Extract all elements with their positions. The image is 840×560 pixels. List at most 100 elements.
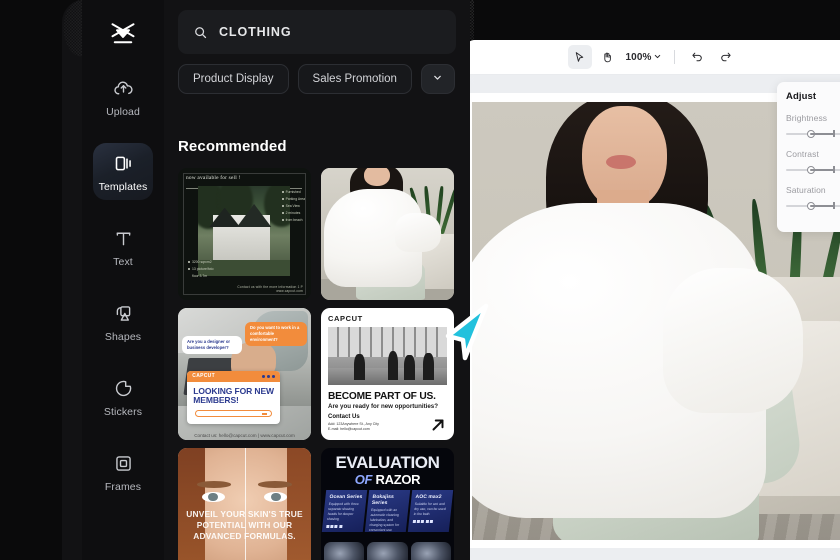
- card-speech-bubble-right: Do you want to work in a comfortable env…: [245, 322, 307, 346]
- chevron-down-icon: [432, 70, 443, 88]
- filter-expand-button[interactable]: [420, 64, 455, 94]
- slider-label: Saturation: [786, 185, 826, 195]
- filter-chips: Product Display Sales Promotion: [178, 64, 455, 94]
- sticker-icon: [111, 376, 135, 400]
- card-contact-lines: Add: 123Anywhere St., Any City E-mail: h…: [328, 422, 379, 433]
- left-shell: Upload Templates Text Shapes Stickers Fr…: [0, 0, 474, 560]
- sidebar-item-label: Templates: [98, 181, 148, 193]
- slider-rail[interactable]: [786, 202, 840, 210]
- card-spec-list: 3200 sqrcm2 13 picture/foto floor 3.7m: [188, 260, 214, 278]
- section-title-recommended: Recommended: [178, 138, 287, 155]
- card-cta-pill: [195, 410, 273, 418]
- slider-label: Contrast: [786, 149, 819, 159]
- toolbar-separator: [674, 50, 676, 64]
- template-card-clothing-photo[interactable]: [321, 168, 454, 300]
- template-card-skincare[interactable]: UNVEIL YOUR SKIN'S TRUE POTENTIAL WITH O…: [178, 448, 311, 560]
- slider-knob[interactable]: [807, 202, 815, 210]
- card-panel-body: LOOKING FOR NEW MEMBERS!: [187, 382, 280, 425]
- template-card-looking-for-members[interactable]: Do you want to work in a comfortable env…: [178, 308, 311, 440]
- adjust-panel-title: Adjust: [786, 91, 817, 102]
- sidebar-item-label: Stickers: [103, 406, 143, 418]
- slider-contrast[interactable]: Contrast: [786, 149, 840, 174]
- slider-center-tick: [833, 202, 835, 209]
- card-headline: EVALUATION: [335, 453, 440, 472]
- template-card-real-estate[interactable]: now available for sell ! Furnished Parki…: [178, 168, 311, 300]
- slider-knob[interactable]: [807, 130, 815, 138]
- search-input[interactable]: CLOTHING: [178, 10, 456, 54]
- column-body: Equipped with three separate shaving hea…: [326, 502, 359, 521]
- capcut-logo-icon[interactable]: [106, 18, 140, 50]
- template-card-razor-evaluation[interactable]: EVALUATION OF RAZOR Ocean Series Equippe…: [321, 448, 454, 560]
- sidebar-item-label: Frames: [104, 481, 142, 493]
- slider-saturation[interactable]: Saturation: [786, 185, 840, 210]
- sidebar-item-label: Upload: [106, 106, 140, 118]
- sidebar-item-label: Shapes: [104, 331, 142, 343]
- sidebar-item-stickers[interactable]: Stickers: [93, 368, 153, 425]
- zoom-control[interactable]: 100%: [626, 48, 663, 66]
- card-photo-sleeve: [395, 212, 441, 253]
- filter-chip-sales-promotion[interactable]: Sales Promotion: [297, 64, 412, 94]
- template-card-become-part-of-us[interactable]: CAPCUT BECOME PART OF US. Are you ready …: [321, 308, 454, 440]
- app-root: 100% Adjust Brightness Contrast Saturati…: [0, 0, 840, 560]
- column-body: Equipped with an automatic cleaning lubr…: [368, 508, 400, 532]
- card-photo: [328, 327, 447, 385]
- card-column: Ocean Series Equipped with three separat…: [321, 490, 368, 532]
- slider-rail[interactable]: [786, 130, 840, 138]
- card-subheadline-row: OF RAZOR: [321, 472, 454, 487]
- templates-icon: [111, 151, 135, 175]
- card-headline: BECOME PART OF US.: [328, 391, 436, 402]
- sidebar-item-shapes[interactable]: Shapes: [93, 293, 153, 350]
- column-rating: [326, 524, 359, 528]
- templates-grid: now available for sell ! Furnished Parki…: [178, 168, 456, 560]
- column-title: AOC max2: [415, 494, 442, 500]
- sidebar-item-templates[interactable]: Templates: [93, 143, 153, 200]
- card-subheadline: Are you ready for new opportunities?: [328, 403, 439, 410]
- cursor-select-icon[interactable]: [567, 45, 592, 69]
- card-brand: CAPCUT: [192, 373, 215, 380]
- canvas-bottom-strip: [465, 548, 840, 560]
- card-contact-title: Contact Us: [328, 414, 360, 420]
- slider-knob[interactable]: [807, 166, 815, 174]
- arrow-up-right-icon: [429, 416, 447, 434]
- slider-rail[interactable]: [786, 166, 840, 174]
- undo-icon[interactable]: [685, 45, 709, 69]
- card-column: AOC max2 Suitable for wet and dry use, c…: [407, 490, 454, 532]
- chevron-down-icon[interactable]: [653, 48, 662, 66]
- slider-center-tick: [833, 166, 835, 173]
- editor-toolbar: 100%: [465, 40, 840, 74]
- product-image: [410, 542, 451, 560]
- adjust-panel: Adjust Brightness Contrast Saturation: [777, 82, 840, 232]
- slider-label: Brightness: [786, 113, 828, 123]
- card-headline: UNVEIL YOUR SKIN'S TRUE POTENTIAL WITH O…: [186, 508, 303, 541]
- card-photo-hair-right: [287, 448, 311, 560]
- window-dots-icon: [262, 374, 276, 378]
- sidebar-item-upload[interactable]: Upload: [93, 68, 153, 125]
- card-panel: CAPCUT LOOKING FOR NEW MEMBERS!: [187, 370, 281, 425]
- column-body: Suitable for wet and dry use, can be use…: [413, 502, 446, 516]
- templates-panel: CLOTHING Product Display Sales Promotion…: [164, 0, 470, 560]
- card-headline: LOOKING FOR NEW MEMBERS!: [193, 385, 274, 406]
- column-rating: [412, 519, 446, 523]
- card-speech-bubble-left: Are you a designer or business developer…: [182, 336, 242, 354]
- card-subheadline-italic: OF: [354, 472, 373, 487]
- card-photo-divider: [244, 448, 246, 560]
- redo-icon[interactable]: [713, 45, 737, 69]
- sidebar-item-frames[interactable]: Frames: [93, 443, 153, 500]
- card-columns: Ocean Series Equipped with three separat…: [321, 490, 454, 532]
- search-icon: [193, 25, 208, 40]
- filter-chip-product-display[interactable]: Product Display: [178, 64, 289, 94]
- card-subheadline: RAZOR: [375, 472, 421, 487]
- hand-pan-icon[interactable]: [596, 45, 620, 69]
- card-footer-line: www.capcut.com: [276, 289, 303, 293]
- canvas-lips: [606, 154, 636, 169]
- sidebar-item-label: Text: [113, 256, 133, 268]
- slider-center-tick: [833, 130, 835, 137]
- card-product-images: [324, 536, 451, 560]
- card-headline: now available for sell !: [186, 175, 241, 181]
- sidebar-item-text[interactable]: Text: [93, 218, 153, 275]
- bubble-text: Do you want to work in a comfortable env…: [250, 325, 300, 342]
- slider-brightness[interactable]: Brightness: [786, 113, 840, 138]
- card-footer: Contact us with the more information 1 P…: [237, 285, 303, 293]
- card-column: Bokajiss Series Equipped with an automat…: [364, 490, 411, 532]
- shapes-icon: [111, 301, 135, 325]
